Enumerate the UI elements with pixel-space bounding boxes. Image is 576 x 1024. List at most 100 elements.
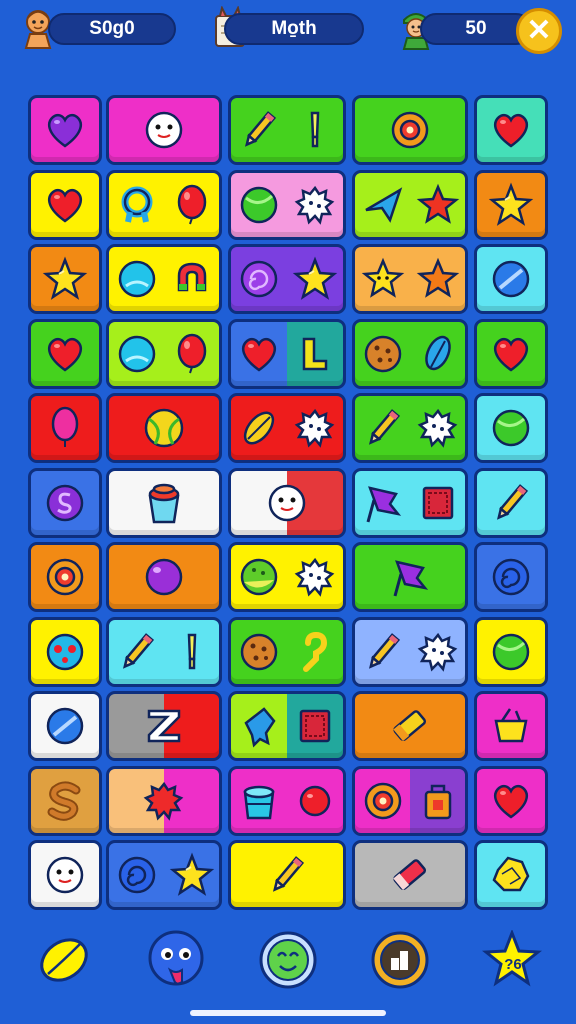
tile-r10-c3[interactable]: [228, 766, 346, 836]
star-yellow-icon: [169, 852, 215, 898]
leaf-blue-icon: [415, 331, 461, 377]
green-face-button[interactable]: [258, 930, 318, 990]
tile-r7-c1[interactable]: [28, 542, 102, 612]
tile-r6-c4[interactable]: [352, 468, 468, 538]
swirl-blue-icon: [114, 852, 160, 898]
coin-purple-icon: [42, 480, 88, 526]
tile-r8-c5[interactable]: [474, 617, 548, 687]
pencil-icon: [488, 480, 534, 526]
tile-r5-c2[interactable]: [106, 393, 222, 463]
tile-r4-c1[interactable]: [28, 319, 102, 389]
tile-r9-c5[interactable]: [474, 691, 548, 761]
basket-yellow-icon: [488, 703, 534, 749]
ball-cyan-icon: [114, 331, 160, 377]
tile-r3-c4[interactable]: [352, 244, 468, 314]
tile-r5-c3[interactable]: [228, 393, 346, 463]
tile-r11-c5[interactable]: [474, 840, 548, 910]
tile-r2-c2[interactable]: [106, 170, 222, 240]
tile-r5-c5[interactable]: [474, 393, 548, 463]
tile-r1-c4[interactable]: [352, 95, 468, 165]
heart-red-icon: [42, 331, 88, 377]
tile-r11-c1[interactable]: [28, 840, 102, 910]
ball-purple-icon: [141, 554, 187, 600]
tile-board: [0, 0, 576, 1024]
donut-orange-icon: [387, 107, 433, 153]
marker-icon: [292, 107, 338, 153]
cookie-icon: [236, 629, 282, 675]
blue-face-button[interactable]: [146, 930, 206, 990]
eraser-red-icon: [387, 852, 433, 898]
tile-r6-c1[interactable]: [28, 468, 102, 538]
magnet-icon: [169, 256, 215, 302]
tile-r11-c4[interactable]: [352, 840, 468, 910]
donut-orange-icon: [360, 778, 406, 824]
flag-purple-icon: [387, 554, 433, 600]
tile-r3-c1[interactable]: [28, 244, 102, 314]
star-button[interactable]: ?6: [482, 930, 542, 990]
tile-r7-c2[interactable]: [106, 542, 222, 612]
tile-r11-c2[interactable]: [106, 840, 222, 910]
tile-r2-c3[interactable]: [228, 170, 346, 240]
balloon-red-icon: [169, 182, 215, 228]
ball-green-icon: [488, 405, 534, 451]
tile-r8-c3[interactable]: [228, 617, 346, 687]
leaf-yellow-icon: [236, 405, 282, 451]
tile-r3-c5[interactable]: [474, 244, 548, 314]
tile-r11-c3[interactable]: [228, 840, 346, 910]
star-red-icon: [415, 182, 461, 228]
tile-r1-c2[interactable]: [106, 95, 222, 165]
bottom-toolbar: ?6: [0, 922, 576, 1002]
tile-r6-c5[interactable]: [474, 468, 548, 538]
home-indicator[interactable]: [190, 1010, 386, 1016]
heart-red-icon: [488, 331, 534, 377]
heart-red-icon: [488, 107, 534, 153]
ball-tennis-icon: [141, 405, 187, 451]
tile-r4-c3[interactable]: [228, 319, 346, 389]
hook-yellow-icon: [292, 629, 338, 675]
tile-r3-c3[interactable]: [228, 244, 346, 314]
box-button[interactable]: [370, 930, 430, 990]
tile-r2-c4[interactable]: [352, 170, 468, 240]
face-icon: [42, 852, 88, 898]
tile-r1-c5[interactable]: [474, 95, 548, 165]
star-yellow-icon: [292, 256, 338, 302]
leaf-button[interactable]: [34, 930, 94, 990]
tile-r8-c2[interactable]: [106, 617, 222, 687]
tile-r9-c2[interactable]: [106, 691, 222, 761]
donut-orange-icon: [42, 554, 88, 600]
tile-r2-c5[interactable]: [474, 170, 548, 240]
tile-r4-c4[interactable]: [352, 319, 468, 389]
tile-r9-c1[interactable]: [28, 691, 102, 761]
tile-r6-c2[interactable]: [106, 468, 222, 538]
tile-r10-c5[interactable]: [474, 766, 548, 836]
tile-r4-c5[interactable]: [474, 319, 548, 389]
tile-r6-c3[interactable]: [228, 468, 346, 538]
tile-r7-c3[interactable]: [228, 542, 346, 612]
tile-r8-c4[interactable]: [352, 617, 468, 687]
tile-r7-c4[interactable]: [352, 542, 468, 612]
pencil-icon: [360, 629, 406, 675]
tile-r1-c1[interactable]: [28, 95, 102, 165]
pill-blue-icon: [488, 256, 534, 302]
tile-r4-c2[interactable]: [106, 319, 222, 389]
tile-r5-c1[interactable]: [28, 393, 102, 463]
tile-r9-c4[interactable]: [352, 691, 468, 761]
tile-r10-c1[interactable]: [28, 766, 102, 836]
tile-r1-c3[interactable]: [228, 95, 346, 165]
tile-r10-c4[interactable]: [352, 766, 468, 836]
knot-cyan-icon: [114, 182, 160, 228]
star-yellow-icon: [42, 256, 88, 302]
tile-r3-c2[interactable]: [106, 244, 222, 314]
tile-r5-c4[interactable]: [352, 393, 468, 463]
tile-r8-c1[interactable]: [28, 617, 102, 687]
heart-red-icon: [236, 331, 282, 377]
ball-green-icon: [488, 629, 534, 675]
letter-z-icon: [141, 703, 187, 749]
tile-r2-c1[interactable]: [28, 170, 102, 240]
tile-r9-c3[interactable]: [228, 691, 346, 761]
tile-r10-c2[interactable]: [106, 766, 222, 836]
tile-r7-c5[interactable]: [474, 542, 548, 612]
letter-s-icon: [42, 778, 88, 824]
star-yellow-icon: [488, 182, 534, 228]
star-badge-label: ?6: [504, 956, 522, 973]
